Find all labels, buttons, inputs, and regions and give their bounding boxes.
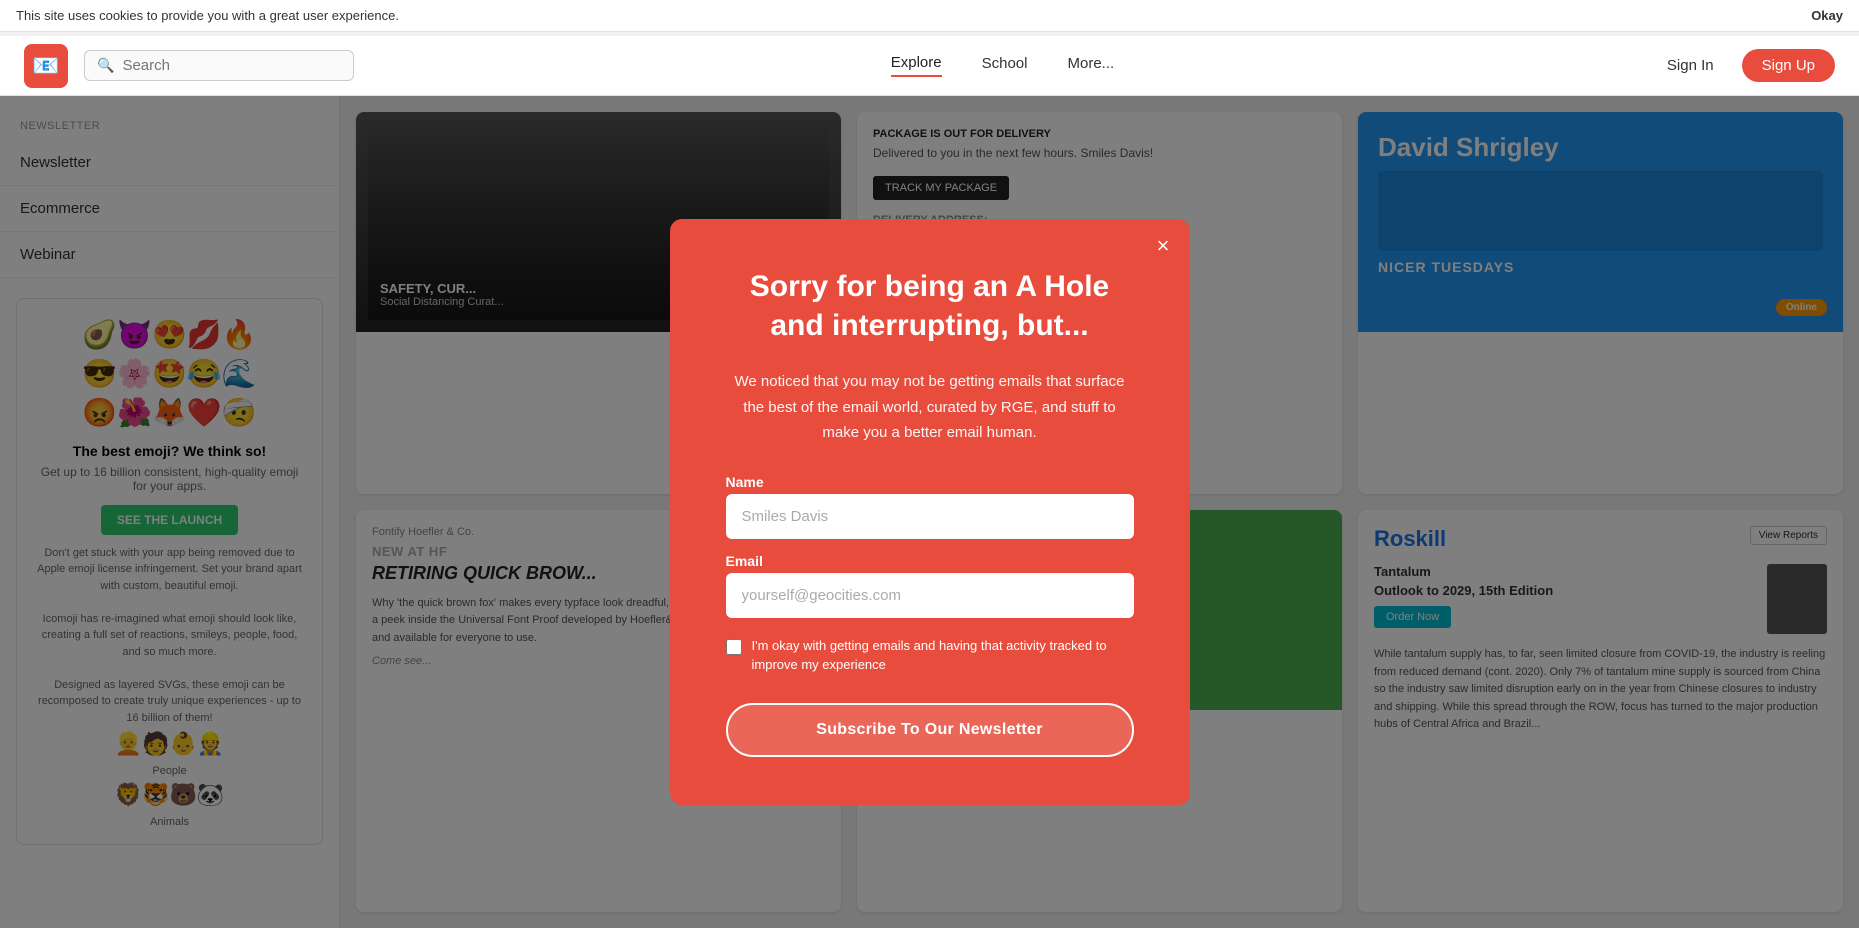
modal-overlay[interactable]: × Sorry for being an A Hole and interrup… xyxy=(0,96,1859,928)
cookie-text: This site uses cookies to provide you wi… xyxy=(16,8,399,23)
search-bar: 🔍 xyxy=(84,50,354,81)
modal-submit-button[interactable]: Subscribe To Our Newsletter xyxy=(726,703,1134,757)
cookie-ok-button[interactable]: Okay xyxy=(1811,8,1843,23)
logo[interactable]: 📧 xyxy=(24,44,68,88)
header: 📧 🔍 Explore School More... Sign In Sign … xyxy=(0,36,1859,96)
modal-name-field: Name xyxy=(726,474,1134,539)
search-icon: 🔍 xyxy=(97,57,114,74)
search-input[interactable] xyxy=(122,57,341,74)
modal-title: Sorry for being an A Hole and interrupti… xyxy=(726,267,1134,345)
modal-email-field: Email xyxy=(726,553,1134,618)
sign-in-button[interactable]: Sign In xyxy=(1651,49,1730,82)
nav-item-explore[interactable]: Explore xyxy=(891,54,942,77)
nav-right: Sign In Sign Up xyxy=(1651,49,1835,82)
modal-consent-checkbox[interactable] xyxy=(726,639,742,655)
modal-name-input[interactable] xyxy=(726,494,1134,539)
modal-name-label: Name xyxy=(726,474,1134,490)
nav-item-more[interactable]: More... xyxy=(1067,55,1114,76)
modal-email-label: Email xyxy=(726,553,1134,569)
modal-close-button[interactable]: × xyxy=(1157,235,1170,257)
modal-desc: We noticed that you may not be getting e… xyxy=(726,369,1134,446)
sign-up-button[interactable]: Sign Up xyxy=(1742,49,1835,82)
nav-item-school[interactable]: School xyxy=(982,55,1028,76)
newsletter-modal: × Sorry for being an A Hole and interrup… xyxy=(670,219,1190,805)
modal-consent-label: I'm okay with getting emails and having … xyxy=(752,636,1134,675)
modal-checkbox-container: I'm okay with getting emails and having … xyxy=(726,636,1134,675)
cookie-banner: This site uses cookies to provide you wi… xyxy=(0,0,1859,32)
main-nav: Explore School More... xyxy=(354,54,1651,77)
modal-email-input[interactable] xyxy=(726,573,1134,618)
logo-icon: 📧 xyxy=(32,53,59,79)
